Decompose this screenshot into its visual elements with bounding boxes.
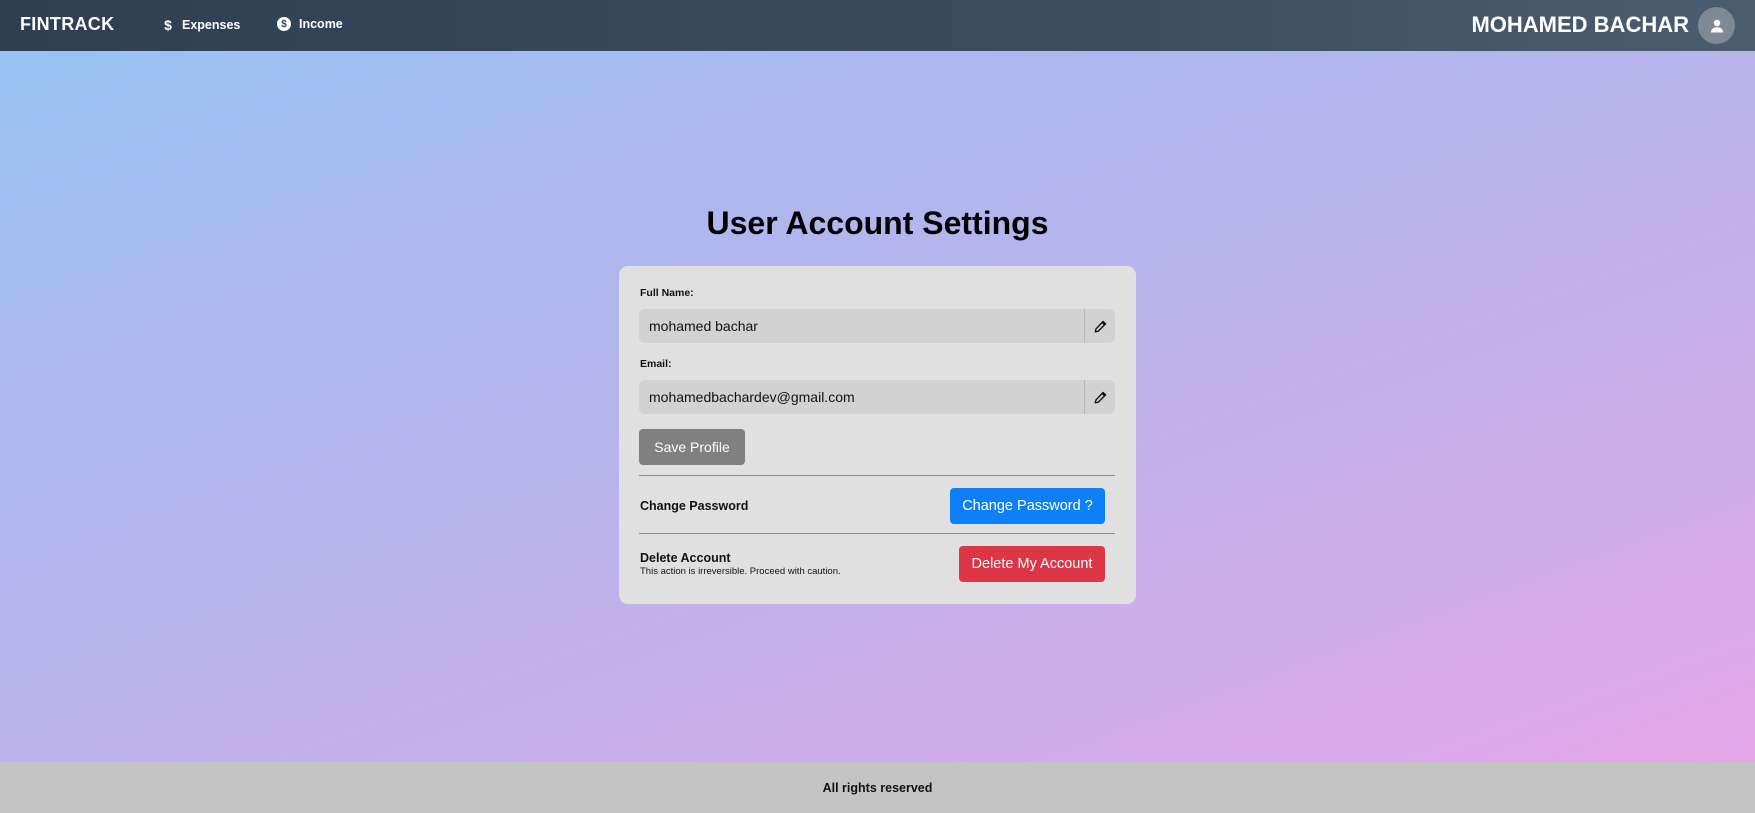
dollar-icon: $ [164,17,172,33]
edit-full-name-button[interactable] [1085,309,1115,343]
top-navbar: FINTRACK $ Expenses $ Income MOHAMED BAC… [0,0,1755,51]
divider [639,533,1115,534]
nav-link-expenses-label: Expenses [182,18,241,32]
coin-icon: $ [277,17,291,31]
delete-account-button[interactable]: Delete My Account [959,546,1105,582]
page-title: User Account Settings [706,205,1049,241]
nav-link-income-label: Income [299,17,343,31]
brand-logo[interactable]: FINTRACK [20,14,114,35]
edit-email-button[interactable] [1085,380,1115,414]
pencil-icon [1094,391,1106,404]
change-password-title: Change Password [640,499,749,513]
email-label: Email: [640,358,672,370]
nav-link-expenses[interactable]: $ Expenses [162,17,240,33]
full-name-group [639,309,1115,343]
save-profile-button[interactable]: Save Profile [639,429,745,465]
full-name-input[interactable] [639,309,1085,343]
avatar[interactable] [1698,7,1735,44]
footer-text: All rights reserved [822,780,933,795]
user-name: MOHAMED BACHAR [1471,12,1689,37]
email-group [639,380,1115,414]
email-input[interactable] [639,380,1085,414]
user-icon [1710,19,1723,32]
footer: All rights reserved [0,762,1755,813]
pencil-icon [1094,320,1106,333]
delete-account-warning: This action is irreversible. Proceed wit… [640,566,841,577]
divider [639,475,1115,476]
full-name-label: Full Name: [640,287,694,299]
delete-account-title: Delete Account [640,551,731,565]
change-password-button[interactable]: Change Password ? [950,488,1105,524]
nav-link-income[interactable]: $ Income [277,17,343,31]
account-settings-card: Full Name: Email: Save Profile Change Pa… [619,266,1136,604]
